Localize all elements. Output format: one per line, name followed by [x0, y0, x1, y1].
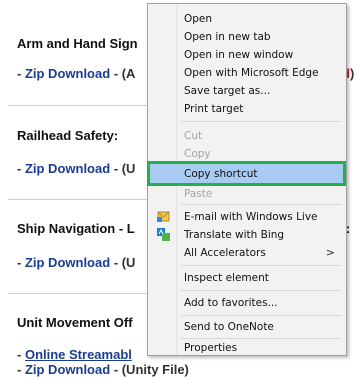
online-streamable-link[interactable]: Online Streamabl: [25, 347, 132, 362]
download-line: - Zip Download - (U: [17, 161, 136, 176]
context-menu: Open Open in new tab Open in new window …: [147, 3, 347, 356]
menu-item-open-new-window[interactable]: Open in new window: [149, 46, 345, 63]
menu-separator: [181, 204, 341, 205]
menu-separator: [181, 265, 341, 266]
menu-item-open[interactable]: Open: [149, 10, 345, 27]
menu-separator: [181, 315, 341, 316]
download-line: - Zip Download - (U: [17, 255, 136, 270]
download-line: - Zip Download - (A: [17, 66, 136, 81]
menu-item-cut: Cut: [184, 129, 203, 142]
zip-download-link[interactable]: Zip Download: [25, 362, 110, 377]
menu-item-open-with-edge[interactable]: Open with Microsoft Edge: [149, 64, 345, 81]
menu-item-inspect-element[interactable]: Inspect element: [149, 269, 345, 286]
zip-download-link[interactable]: Zip Download: [25, 161, 110, 176]
menu-item-translate-bing[interactable]: Translate with Bing: [149, 226, 345, 243]
streaming-line: - Online Streamabl: [17, 347, 132, 362]
zip-download-link[interactable]: Zip Download: [25, 66, 110, 81]
section-title-arm-hand-signals: Arm and Hand Sign: [17, 36, 138, 51]
section-title-ship-navigation: Ship Navigation - L: [17, 221, 135, 236]
submenu-arrow-icon: >: [325, 246, 335, 259]
menu-item-save-target-as[interactable]: Save target as...: [149, 82, 345, 99]
download-line: - Zip Download - (Unity File): [17, 362, 189, 377]
menu-separator: [181, 290, 341, 291]
menu-item-add-to-favorites[interactable]: Add to favorites...: [149, 294, 345, 311]
bing-translate-icon: [157, 228, 170, 241]
menu-item-copy: Copy: [184, 147, 211, 160]
menu-item-send-to-onenote[interactable]: Send to OneNote: [149, 318, 345, 335]
section-title-unit-movement: Unit Movement Off: [17, 315, 133, 330]
menu-separator: [181, 121, 341, 122]
zip-download-link[interactable]: Zip Download: [25, 255, 110, 270]
section-title-railhead-safety: Railhead Safety:: [17, 128, 119, 143]
menu-item-all-accelerators[interactable]: All Accelerators >: [149, 244, 345, 261]
menu-item-paste: Paste: [184, 187, 213, 200]
menu-item-open-new-tab[interactable]: Open in new tab: [149, 28, 345, 45]
menu-item-copy-shortcut[interactable]: Copy shortcut: [147, 161, 346, 186]
menu-item-print-target[interactable]: Print target: [149, 100, 345, 117]
menu-item-email-windows-live[interactable]: E-mail with Windows Live: [149, 208, 345, 225]
menu-item-properties[interactable]: Properties: [149, 339, 345, 356]
windows-live-mail-icon: [157, 210, 170, 223]
